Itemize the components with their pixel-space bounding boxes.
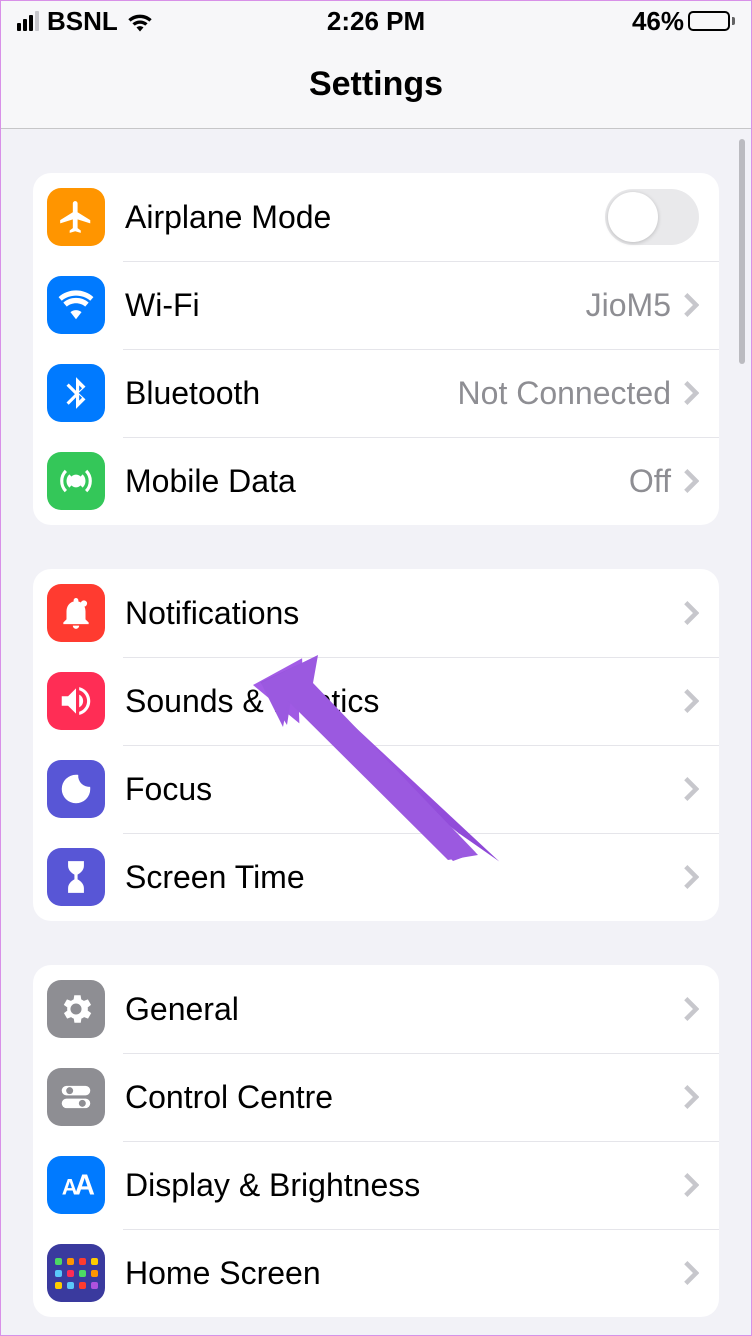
status-left: BSNL [17, 6, 327, 37]
row-notifications[interactable]: Notifications [33, 569, 719, 657]
status-right: 46% [425, 6, 735, 37]
chevron-right-icon [683, 1260, 699, 1286]
row-screentime[interactable]: Screen Time [33, 833, 719, 921]
row-controlcentre[interactable]: Control Centre [33, 1053, 719, 1141]
row-label: Bluetooth [125, 375, 458, 412]
airplane-toggle[interactable] [605, 189, 699, 245]
row-focus[interactable]: Focus [33, 745, 719, 833]
battery-icon [688, 11, 735, 31]
homescreen-icon [47, 1244, 105, 1302]
row-homescreen[interactable]: Home Screen [33, 1229, 719, 1317]
chevron-right-icon [683, 1084, 699, 1110]
row-label: Display & Brightness [125, 1167, 683, 1204]
row-label: Notifications [125, 595, 683, 632]
row-label: Screen Time [125, 859, 683, 896]
focus-icon [47, 760, 105, 818]
row-label: Home Screen [125, 1255, 683, 1292]
row-value: Off [629, 463, 671, 500]
row-label: Sounds & Haptics [125, 683, 683, 720]
airplane-icon [47, 188, 105, 246]
chevron-right-icon [683, 292, 699, 318]
row-display[interactable]: AA Display & Brightness [33, 1141, 719, 1229]
chevron-right-icon [683, 688, 699, 714]
chevron-right-icon [683, 996, 699, 1022]
sounds-icon [47, 672, 105, 730]
controlcentre-icon [47, 1068, 105, 1126]
row-label: General [125, 991, 683, 1028]
notifications-icon [47, 584, 105, 642]
row-wifi[interactable]: Wi-Fi JioM5 [33, 261, 719, 349]
cellular-signal-icon [17, 11, 39, 31]
chevron-right-icon [683, 380, 699, 406]
page-title: Settings [1, 41, 751, 129]
scrollbar[interactable] [739, 139, 745, 364]
settings-content: Airplane Mode Wi-Fi JioM5 Bluetooth Not … [1, 129, 751, 1335]
row-label: Focus [125, 771, 683, 808]
section-general: General Control Centre AA Display & Brig… [33, 965, 719, 1317]
screentime-icon [47, 848, 105, 906]
wifi-icon [47, 276, 105, 334]
row-label: Airplane Mode [125, 199, 605, 236]
row-value: Not Connected [458, 375, 671, 412]
chevron-right-icon [683, 600, 699, 626]
row-value: JioM5 [586, 287, 671, 324]
wifi-icon [126, 10, 154, 32]
svg-text:A: A [74, 1170, 95, 1202]
row-general[interactable]: General [33, 965, 719, 1053]
row-mobile-data[interactable]: Mobile Data Off [33, 437, 719, 525]
chevron-right-icon [683, 864, 699, 890]
row-label: Mobile Data [125, 463, 629, 500]
chevron-right-icon [683, 1172, 699, 1198]
chevron-right-icon [683, 468, 699, 494]
battery-percent: 46% [632, 6, 684, 37]
carrier-label: BSNL [47, 6, 118, 37]
section-notifications: Notifications Sounds & Haptics Focus Scr… [33, 569, 719, 921]
status-time: 2:26 PM [327, 6, 425, 37]
row-airplane[interactable]: Airplane Mode [33, 173, 719, 261]
bluetooth-icon [47, 364, 105, 422]
row-sounds[interactable]: Sounds & Haptics [33, 657, 719, 745]
row-label: Control Centre [125, 1079, 683, 1116]
row-bluetooth[interactable]: Bluetooth Not Connected [33, 349, 719, 437]
display-icon: AA [47, 1156, 105, 1214]
general-icon [47, 980, 105, 1038]
section-connectivity: Airplane Mode Wi-Fi JioM5 Bluetooth Not … [33, 173, 719, 525]
chevron-right-icon [683, 776, 699, 802]
row-label: Wi-Fi [125, 287, 586, 324]
cellular-icon [47, 452, 105, 510]
status-bar: BSNL 2:26 PM 46% [1, 1, 751, 41]
